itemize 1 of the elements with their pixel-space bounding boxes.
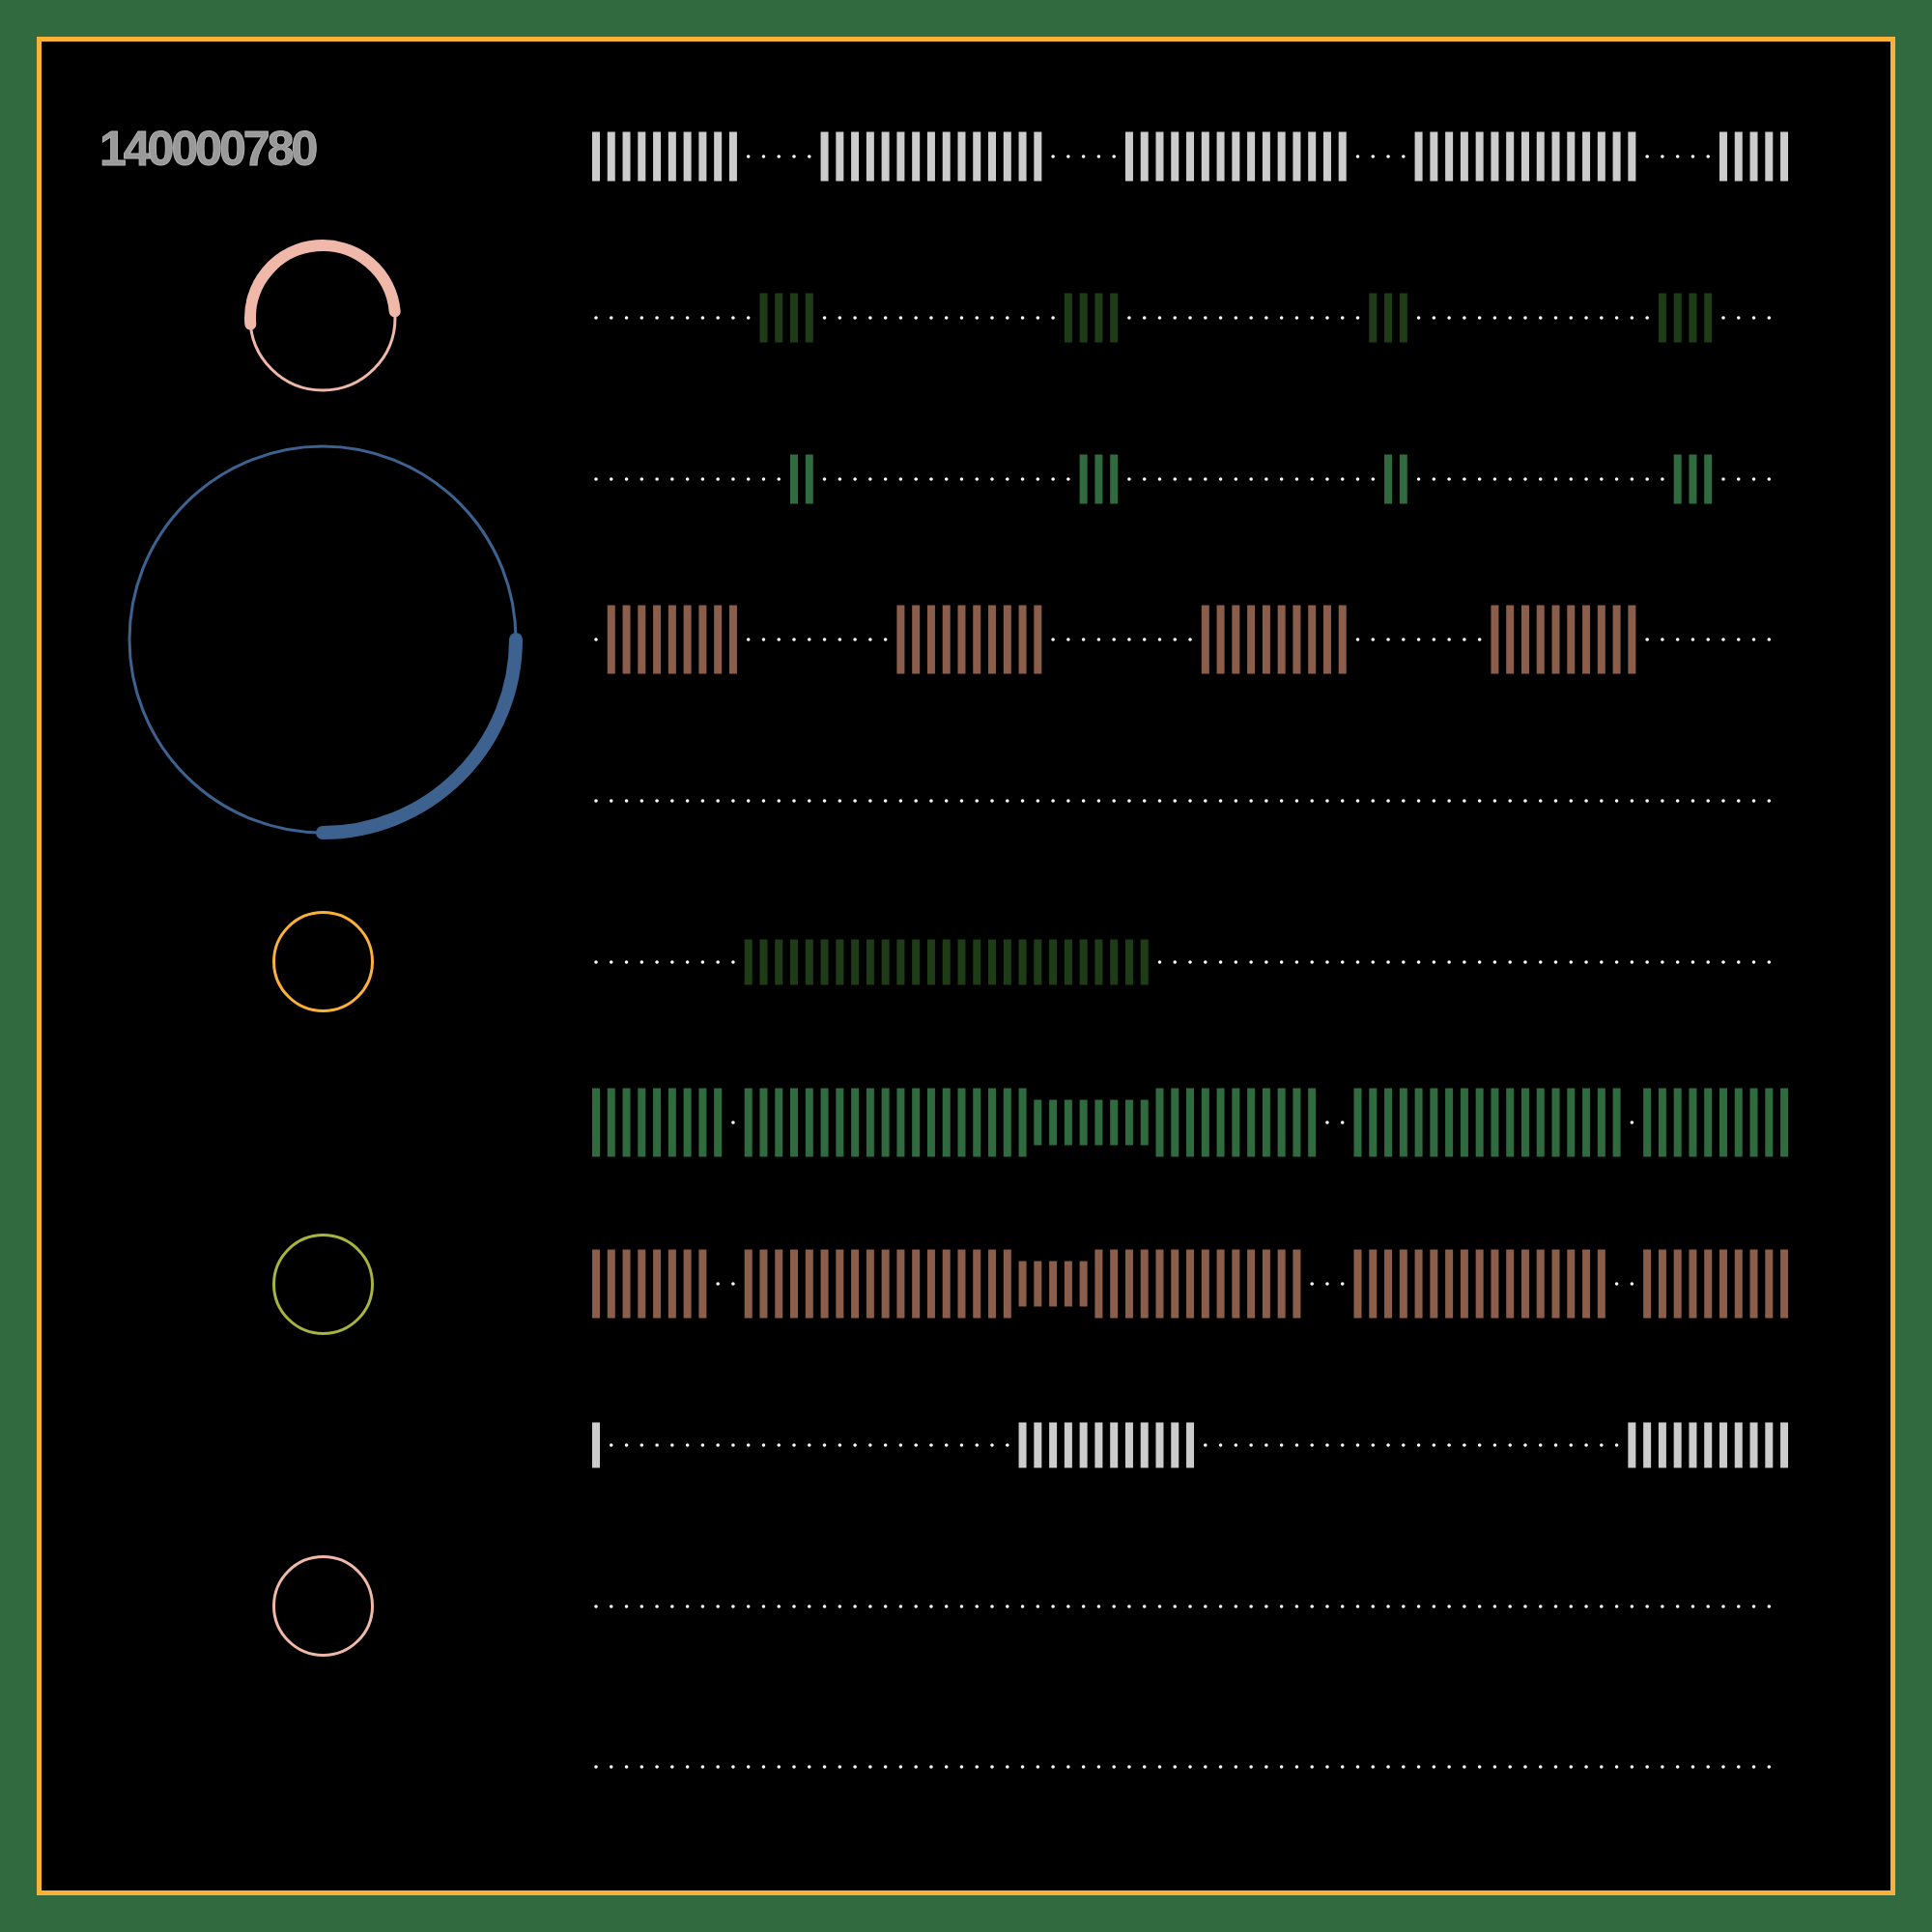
title-number: 140000780 xyxy=(99,125,316,173)
